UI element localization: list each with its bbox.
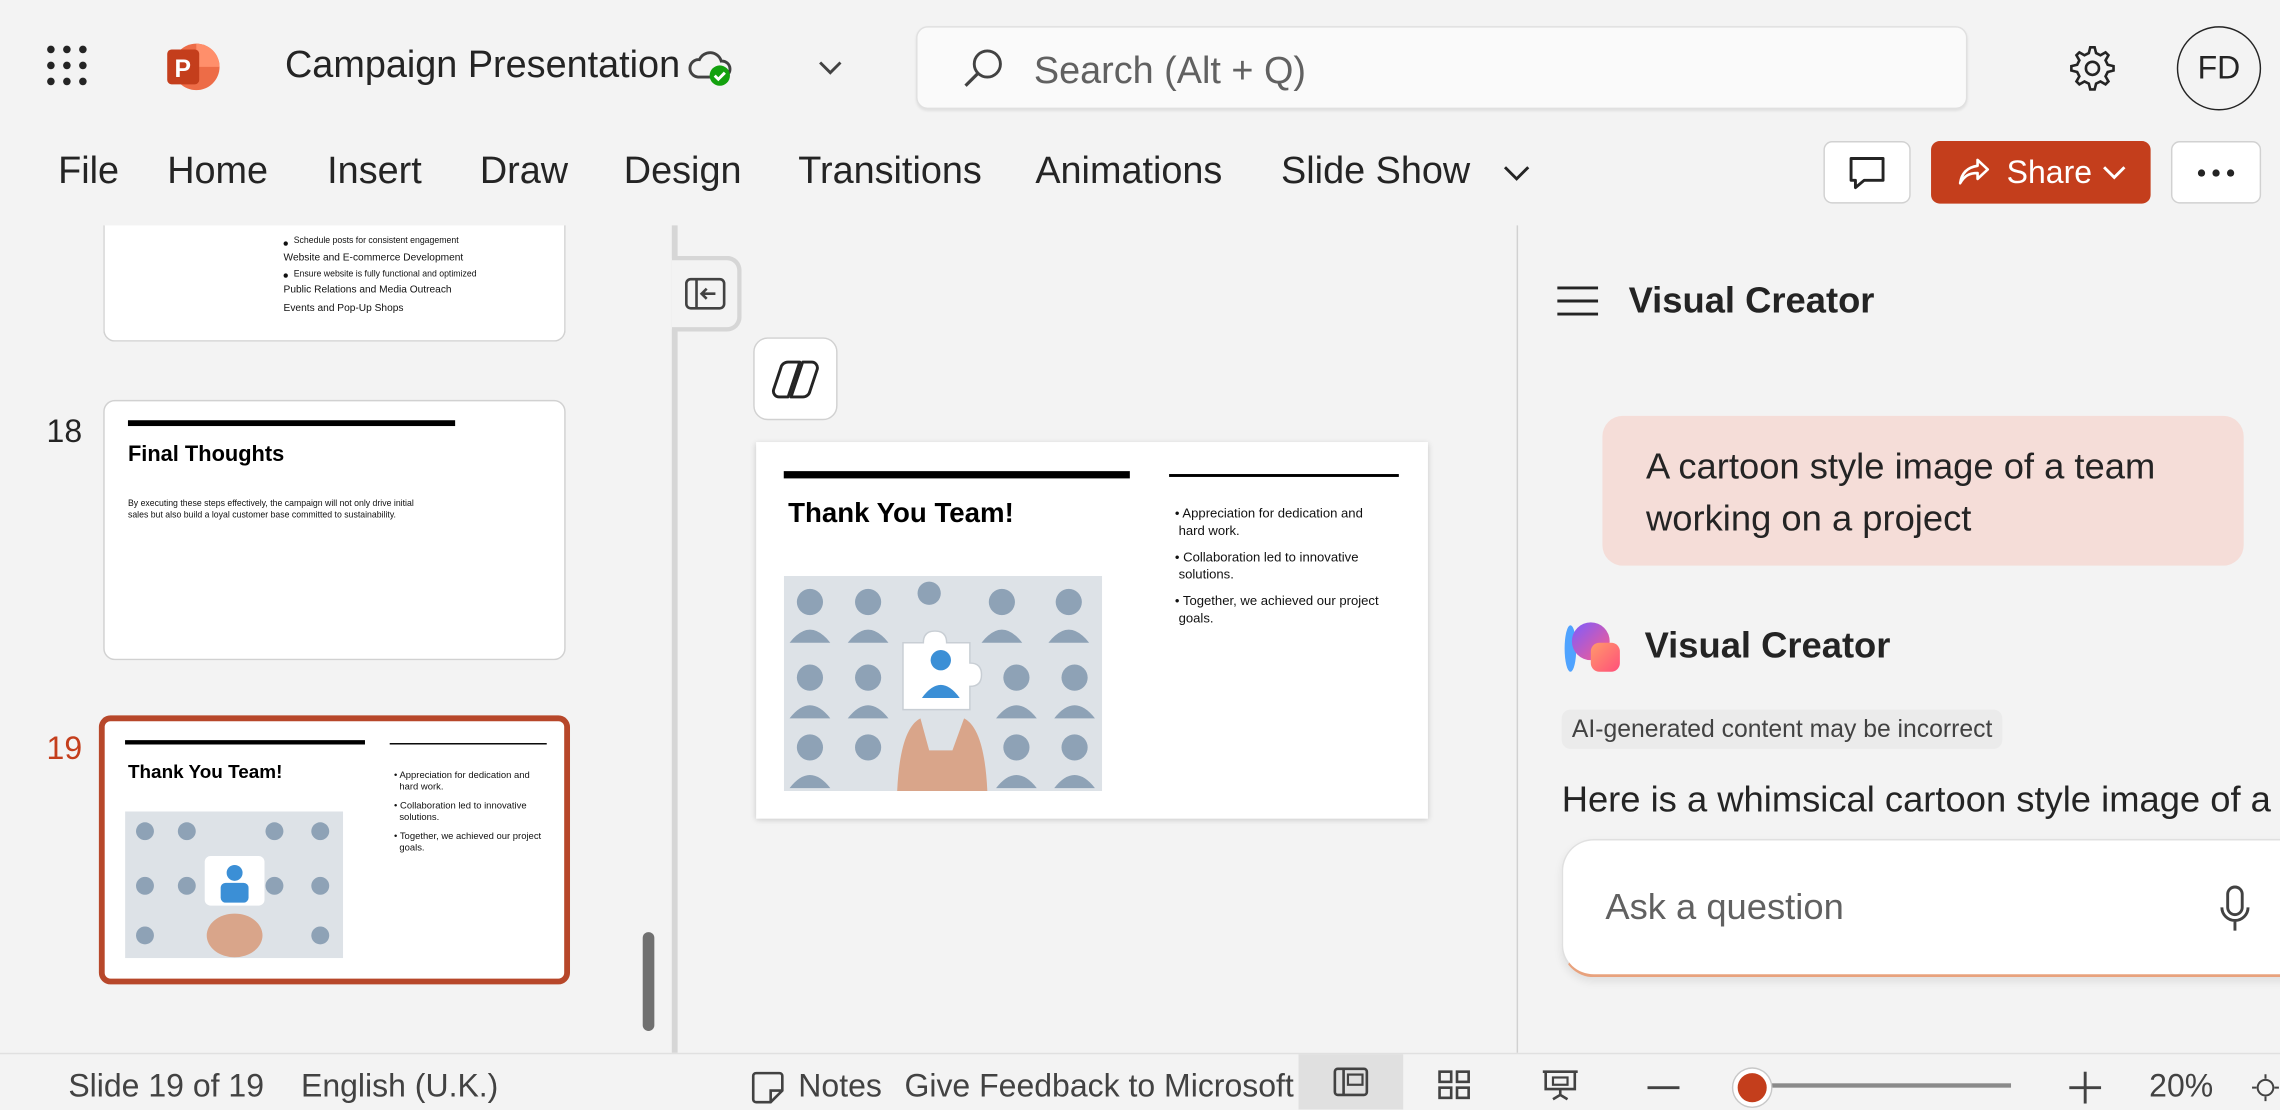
thumbnail-pane: Schedule posts for consistent engagement…	[0, 225, 672, 1054]
thumb17-line: Public Relations and Media Outreach	[283, 285, 452, 296]
agent-name: Visual Creator	[1644, 625, 1891, 666]
copilot-button[interactable]	[753, 337, 838, 421]
thumb19-bullet: Together, we achieved our project	[399, 831, 542, 842]
language[interactable]: English (U.K.)	[301, 1067, 498, 1105]
settings-gear-icon[interactable]	[2065, 41, 2120, 96]
thumb19-bullet: Collaboration led to innovative	[400, 801, 527, 812]
slide-title[interactable]: Thank You Team!	[788, 499, 1014, 531]
fit-to-window-icon[interactable]	[2251, 1069, 2280, 1107]
search-placeholder: Search (Alt + Q)	[1033, 47, 1306, 92]
collapse-pane-icon	[684, 277, 725, 310]
copilot-pane-divider	[1516, 225, 1519, 1055]
slide-title-bar	[783, 471, 1130, 479]
feedback-link[interactable]: Give Feedback to Microsoft	[904, 1067, 1293, 1105]
copilot-icon	[771, 359, 819, 398]
notes-icon[interactable]	[749, 1069, 787, 1107]
copilot-pane-title: Visual Creator	[1628, 280, 1875, 322]
notes-button[interactable]: Notes	[798, 1067, 882, 1105]
tab-animations[interactable]: Animations	[1035, 148, 1222, 193]
normal-view-icon	[1333, 1067, 1369, 1097]
slide-thumbnail-18[interactable]: Final Thoughts By executing these steps …	[103, 399, 566, 661]
tab-file[interactable]: File	[58, 148, 119, 193]
thumb17-line: Website and E-commerce Development	[283, 253, 464, 264]
slide-number-19: 19	[46, 729, 83, 767]
ask-placeholder: Ask a question	[1605, 887, 1844, 928]
slide-bullet: hard work.	[1178, 523, 1240, 539]
ai-disclaimer-badge: AI-generated content may be incorrect	[1561, 709, 2003, 749]
more-options-button[interactable]	[2170, 141, 2262, 204]
thumb17-line: Events and Pop-Up Shops	[283, 303, 404, 315]
slide-right-rule	[1169, 474, 1399, 477]
slide-sorter-button[interactable]	[1432, 1066, 1476, 1104]
thumb18-body-line: By executing these steps effectively, th…	[127, 500, 414, 509]
slide-bullet: goals.	[1178, 610, 1214, 626]
slide-thumbnail-17[interactable]: Schedule posts for consistent engagement…	[103, 225, 566, 342]
slide-bullet: Appreciation for dedication and	[1182, 506, 1363, 521]
share-icon	[1958, 158, 1990, 185]
zoom-in-button[interactable]	[2065, 1069, 2106, 1107]
slide-bullet: Together, we achieved our project	[1182, 593, 1379, 608]
presenter-view-icon	[1542, 1070, 1578, 1101]
tab-draw[interactable]: Draw	[480, 148, 568, 193]
zoom-percent[interactable]: 20%	[2149, 1067, 2213, 1105]
thumb18-title: Final Thoughts	[127, 442, 285, 467]
slide-thumbnail-19-selected[interactable]: Thank You Team! • Appreciation for dedic…	[98, 715, 571, 985]
tab-design[interactable]: Design	[624, 148, 742, 193]
thumb17-line: Ensure website is fully functional and o…	[293, 270, 477, 280]
ask-question-input[interactable]: Ask a question	[1561, 839, 2280, 978]
title-dropdown-chevron-icon[interactable]	[811, 49, 849, 87]
share-dropdown-chevron-icon	[2103, 166, 2126, 180]
comment-icon	[1849, 156, 1885, 189]
zoom-slider-track[interactable]	[1742, 1083, 2012, 1088]
search-icon	[961, 47, 1005, 98]
hamburger-menu-icon[interactable]	[1553, 279, 1602, 323]
app-launcher-icon[interactable]	[38, 36, 96, 94]
user-avatar[interactable]: FD	[2176, 26, 2262, 111]
grid-view-icon	[1438, 1070, 1470, 1100]
more-tabs-chevron-icon[interactable]	[1498, 156, 1536, 191]
tab-home[interactable]: Home	[167, 148, 268, 193]
tab-slide-show[interactable]: Slide Show	[1281, 148, 1470, 193]
share-label: Share	[2006, 154, 2093, 191]
thumb19-bullet: hard work.	[399, 782, 444, 793]
thumb18-title-bar	[127, 420, 456, 427]
thumb19-bullet: Appreciation for dedication and	[399, 770, 530, 781]
comments-button[interactable]	[1823, 141, 1911, 204]
thumbnail-scrollbar[interactable]	[642, 932, 655, 1031]
more-options-icon	[2197, 168, 2235, 176]
slide-image[interactable]	[783, 575, 1103, 792]
normal-view-button[interactable]	[1298, 1054, 1404, 1110]
cloud-saved-icon[interactable]	[686, 45, 735, 89]
document-title[interactable]: Campaign Presentation	[285, 42, 680, 87]
tab-transitions[interactable]: Transitions	[798, 148, 982, 193]
agent-response-text: Here is a whimsical cartoon style image …	[1561, 779, 2271, 821]
zoom-out-button[interactable]	[1643, 1069, 1684, 1107]
thumb19-bullet: goals.	[399, 843, 425, 854]
pane-divider[interactable]	[671, 225, 678, 1055]
slide-bullet: solutions.	[1178, 567, 1234, 582]
collapse-pane-button[interactable]	[671, 255, 742, 332]
powerpoint-logo-icon: P	[164, 41, 222, 93]
presenter-view-button[interactable]	[1537, 1066, 1584, 1104]
search-box[interactable]: Search (Alt + Q)	[916, 26, 1968, 110]
thumb18-body-line: sales but also build a loyal customer ba…	[127, 511, 396, 521]
user-prompt-bubble: A cartoon style image of a team working …	[1602, 415, 2244, 566]
microphone-icon[interactable]	[2209, 881, 2261, 936]
share-button[interactable]: Share	[1931, 141, 2151, 204]
thumb17-line: Schedule posts for consistent engagement	[293, 237, 459, 246]
thumb19-image	[125, 811, 344, 959]
zoom-slider-thumb[interactable]	[1733, 1068, 1772, 1107]
thumb19-title: Thank You Team!	[127, 760, 283, 783]
slide-canvas[interactable]: Thank You Team! • Appreciation for dedic…	[756, 442, 1428, 819]
thumb19-bullet: solutions.	[399, 812, 440, 824]
slide-number-18: 18	[46, 412, 83, 450]
slide-bullet: Collaboration led to innovative	[1183, 549, 1359, 565]
visual-creator-logo-icon	[1562, 617, 1623, 675]
svg-text:P: P	[174, 56, 190, 83]
slide-position: Slide 19 of 19	[68, 1067, 264, 1104]
tab-insert[interactable]: Insert	[327, 148, 422, 193]
